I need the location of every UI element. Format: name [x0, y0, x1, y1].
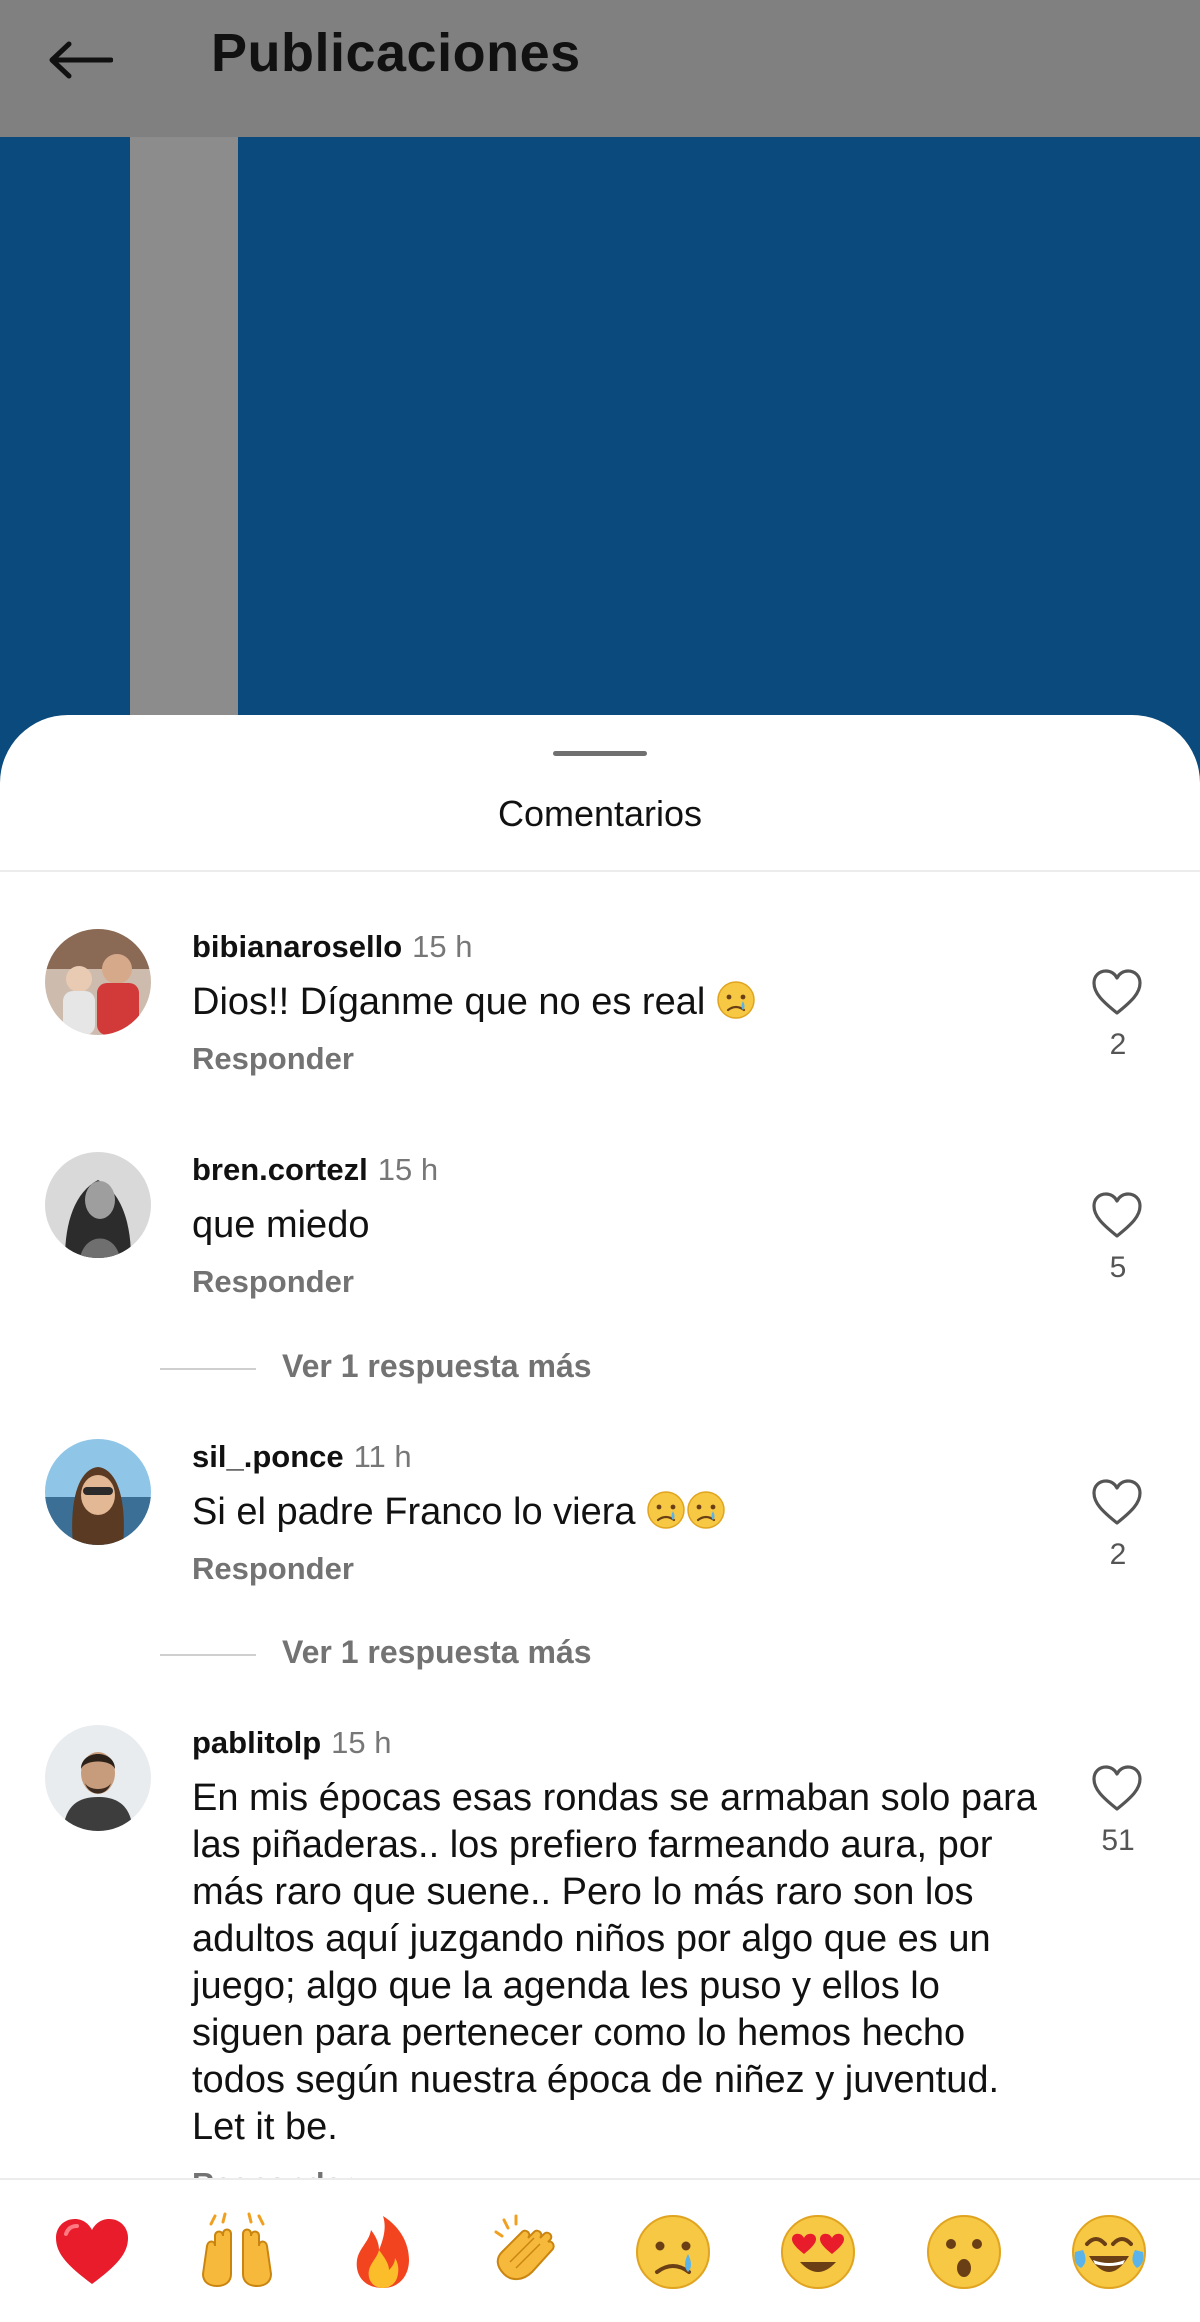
- surprised-face-emoji-button[interactable]: [924, 2212, 1004, 2292]
- divider: [160, 1654, 256, 1656]
- view-more-replies-button[interactable]: Ver 1 respuesta más: [0, 1348, 1200, 1388]
- comment-text: Si el padre Franco lo viera: [192, 1489, 1042, 1536]
- view-more-replies-button[interactable]: Ver 1 respuesta más: [0, 1634, 1200, 1674]
- comment-meta: bren.cortezl 15 h: [192, 1152, 438, 1188]
- fire-icon: [356, 2216, 409, 2288]
- comment-time: 15 h: [377, 1152, 439, 1187]
- clapping-hands-icon: [494, 2214, 555, 2280]
- comments-sheet: Comentarios bibianarosello 15 h Dios!! Dí…: [0, 715, 1200, 2320]
- like-button[interactable]: [1090, 1477, 1144, 1527]
- comment-body: Dios!! Díganme que no es real: [192, 981, 706, 1023]
- like-count: 2: [1109, 1028, 1127, 1061]
- crying-face-icon: [646, 1490, 686, 1530]
- heart-outline-icon: [1092, 1765, 1142, 1811]
- crying-face-icon: [716, 980, 756, 1020]
- comment-username[interactable]: sil_.ponce: [192, 1439, 344, 1474]
- avatar[interactable]: [45, 1439, 151, 1545]
- view-more-replies-label: Ver 1 respuesta más: [282, 1348, 592, 1384]
- red-heart-icon: [56, 2219, 128, 2284]
- back-arrow-icon: [49, 41, 113, 79]
- comment-time: 15 h: [331, 1725, 392, 1760]
- comment-username[interactable]: bibianarosello: [192, 929, 402, 964]
- crying-face-icon: [636, 2215, 710, 2289]
- like-button[interactable]: [1090, 1190, 1144, 1240]
- red-heart-emoji-button[interactable]: [52, 2212, 132, 2292]
- tears-of-joy-emoji-button[interactable]: [1069, 2212, 1149, 2292]
- divider: [160, 1368, 256, 1370]
- page-title: Publicaciones: [211, 23, 581, 83]
- emoji-reaction-bar: [0, 2178, 1200, 2322]
- comment-text: que miedo: [192, 1204, 370, 1246]
- reply-button[interactable]: Responder: [192, 1041, 354, 1077]
- comment-meta: pablitolp 15 h: [192, 1725, 392, 1761]
- comment-time: 15 h: [412, 929, 473, 964]
- clapping-hands-emoji-button[interactable]: [488, 2212, 568, 2292]
- avatar[interactable]: [45, 1725, 151, 1831]
- top-app-bar: Publicaciones: [0, 0, 1200, 137]
- sheet-title: Comentarios: [497, 793, 703, 834]
- raising-hands-emoji-button[interactable]: [197, 2212, 277, 2292]
- like-count: 2: [1109, 1538, 1127, 1571]
- fire-emoji-button[interactable]: [343, 2212, 423, 2292]
- tears-of-joy-face-icon: [1072, 2215, 1146, 2289]
- avatar[interactable]: [45, 1152, 151, 1258]
- heart-outline-icon: [1092, 969, 1142, 1015]
- comment-body: Si el padre Franco lo viera: [192, 1491, 636, 1533]
- heart-outline-icon: [1092, 1479, 1142, 1525]
- comment-meta: bibianarosello 15 h: [192, 929, 473, 965]
- heart-eyes-emoji-button[interactable]: [778, 2212, 858, 2292]
- comment-time: 11 h: [353, 1439, 412, 1474]
- sheet-drag-handle[interactable]: [553, 751, 647, 756]
- comment-text: Dios!! Díganme que no es real: [192, 979, 1042, 1026]
- reply-button[interactable]: Responder: [192, 1551, 354, 1587]
- like-count: 51: [1101, 1824, 1135, 1857]
- avatar[interactable]: [45, 929, 151, 1035]
- surprised-face-icon: [927, 2215, 1001, 2289]
- comment-text: En mis épocas esas rondas se armaban sol…: [192, 1777, 1037, 2148]
- crying-face-emoji-button[interactable]: [633, 2212, 713, 2292]
- heart-eyes-face-icon: [781, 2215, 855, 2289]
- comment-meta: sil_.ponce 11 h: [192, 1439, 412, 1475]
- post-image-stripe: [130, 137, 238, 777]
- heart-outline-icon: [1092, 1192, 1142, 1238]
- comment-username[interactable]: bren.cortezl: [192, 1152, 368, 1187]
- view-more-replies-label: Ver 1 respuesta más: [282, 1634, 592, 1670]
- reply-button[interactable]: Responder: [192, 1264, 354, 1300]
- reply-button-partial[interactable]: Responder: [192, 2168, 352, 2178]
- like-count: 5: [1109, 1251, 1127, 1284]
- comment-username[interactable]: pablitolp: [192, 1725, 321, 1760]
- divider: [0, 870, 1200, 872]
- raising-hands-icon: [201, 2212, 273, 2288]
- back-arrow-button[interactable]: [40, 30, 120, 90]
- like-button[interactable]: [1090, 967, 1144, 1017]
- crying-face-icon: [686, 1490, 726, 1530]
- like-button[interactable]: [1090, 1763, 1144, 1813]
